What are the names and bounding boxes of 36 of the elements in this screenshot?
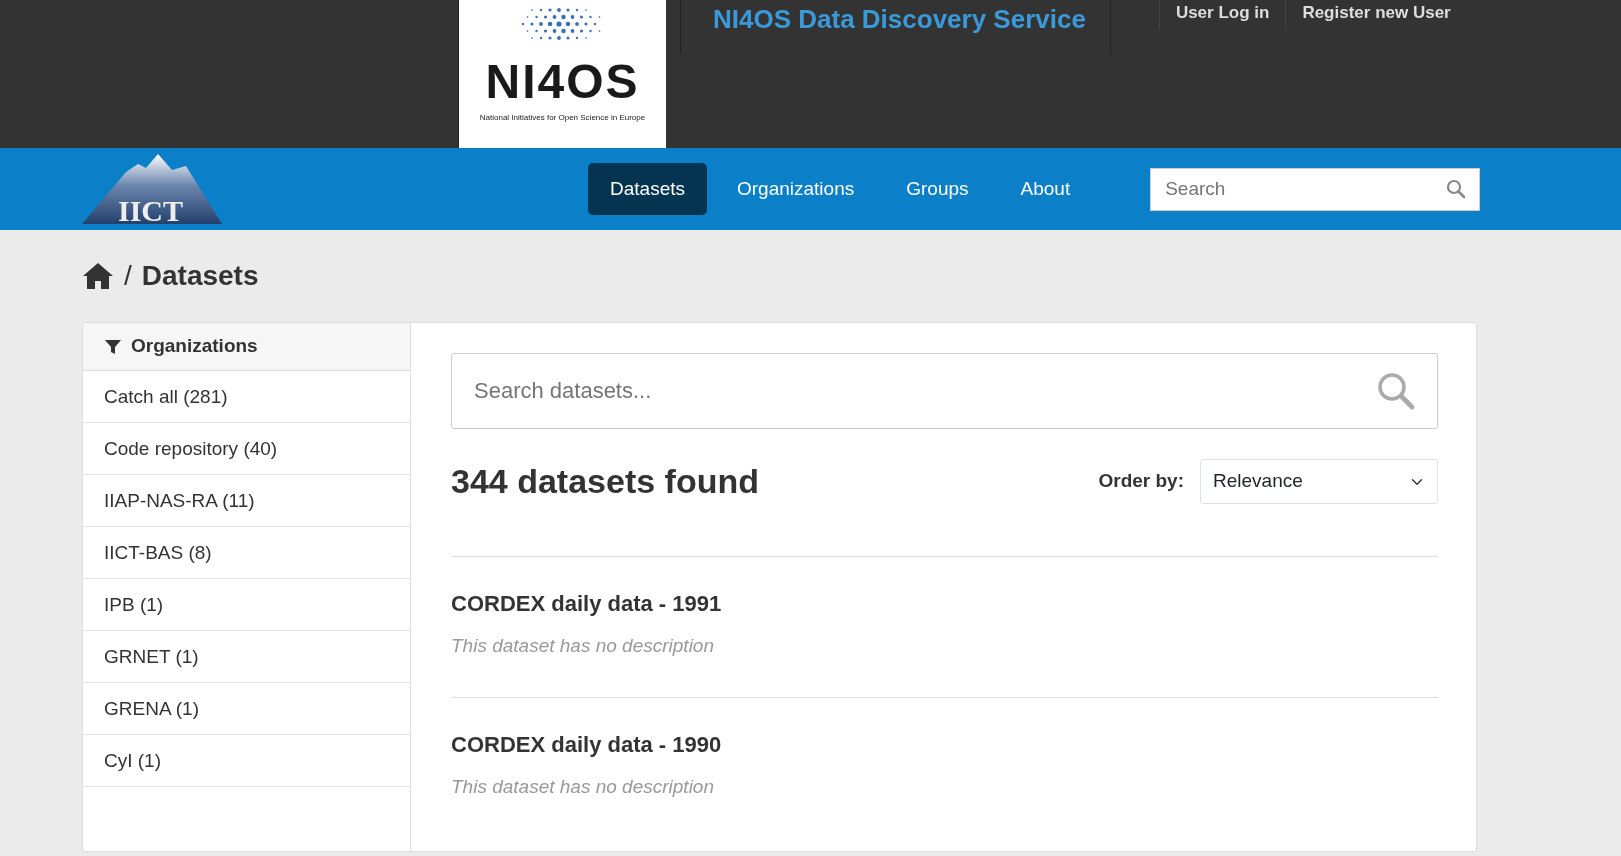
account-link[interactable]: User Log in [1158,0,1286,30]
iict-logo[interactable]: IICT [82,152,222,226]
nav-tab[interactable]: About [998,162,1093,216]
search-icon [1446,178,1467,199]
heading-text: Organizations [131,334,258,359]
nav-tab[interactable]: Datasets [588,162,707,216]
breadcrumb-current: Datasets [141,259,259,293]
result-count: 344 datasets found [451,461,759,502]
dataset-description: This dataset has no description [451,774,715,799]
order-label: Order by: [1098,469,1184,494]
dataset-title[interactable]: CORDEX daily data - 1991 [451,587,1438,620]
sidebar-item[interactable]: Catch all (281) [83,371,410,423]
logo-text: NI4OS [485,58,640,106]
sidebar-item[interactable]: IPB (1) [83,579,410,631]
sidebar-item[interactable]: Code repository (40) [83,423,410,475]
home-icon[interactable] [82,262,114,290]
dataset-title[interactable]: CORDEX daily data - 1990 [451,727,1438,761]
account-link[interactable]: Register new User [1285,0,1467,30]
dataset-description: This dataset has no description [451,634,715,658]
sidebar-item[interactable]: IIAP-NAS-RA (11) [83,475,410,527]
dataset-search-field[interactable]: Search datasets... [451,353,1438,429]
logo-tagline: National Initiatives for Open Science in Europe [479,112,646,124]
logo-text: IICT [118,193,184,229]
search-icon [1376,371,1416,411]
ni4os-logo[interactable]: NI4OS National Initiatives for Open Science in Europe [458,0,666,148]
sidebar-item[interactable]: GRNET (1) [83,631,410,683]
sidebar-item[interactable]: IICT-BAS (8) [83,527,410,579]
search-field[interactable]: Search [1150,167,1481,211]
sidebar-item[interactable]: GRENA (1) [83,683,410,735]
breadcrumb-separator: / [124,259,132,293]
order-select[interactable]: Relevance [1200,459,1438,504]
nav-tab[interactable]: Groups [884,162,991,216]
sidebar-item[interactable]: CyI (1) [83,735,410,787]
filter-icon [105,338,121,355]
nav-tab[interactable]: Organizations [715,162,877,216]
site-title: NI4OS Data Discovery Service [680,0,1111,54]
